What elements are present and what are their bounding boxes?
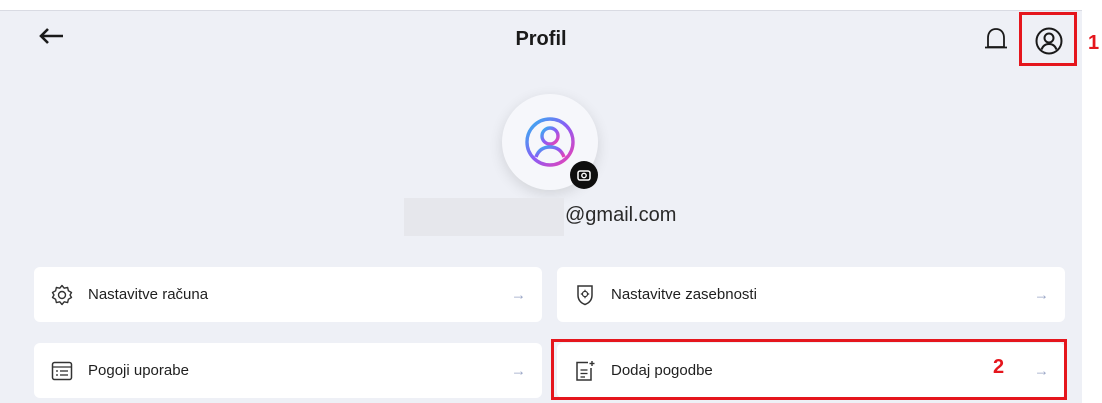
page-title: Profil: [515, 28, 567, 50]
highlight-box-1: [1019, 12, 1077, 66]
camera-icon[interactable]: [570, 161, 598, 189]
arrow-right-icon: →: [1034, 286, 1049, 303]
menu-item-label: Nastavitve računa: [88, 286, 209, 303]
annotation-marker-2: 2: [993, 356, 1005, 378]
document-list-icon: [50, 359, 74, 383]
highlight-box-2: [551, 339, 1067, 400]
shield-icon: [573, 283, 597, 307]
email-address: @gmail.com: [565, 204, 677, 226]
gear-icon: [50, 283, 74, 307]
menu-item-label: Pogoji uporabe: [88, 362, 189, 379]
menu-item-terms-of-use[interactable]: Pogoji uporabe →: [34, 343, 542, 398]
menu-item-label: Nastavitve zasebnosti: [611, 286, 757, 303]
arrow-right-icon: →: [511, 286, 526, 303]
menu-item-account-settings[interactable]: Nastavitve računa →: [34, 267, 542, 322]
annotation-marker-1: 1: [1088, 32, 1100, 54]
bell-icon[interactable]: [980, 22, 1012, 58]
menu-item-privacy-settings[interactable]: Nastavitve zasebnosti →: [557, 267, 1065, 322]
top-divider: [0, 10, 1082, 11]
arrow-right-icon: →: [511, 362, 526, 379]
email-redacted: [404, 198, 564, 236]
